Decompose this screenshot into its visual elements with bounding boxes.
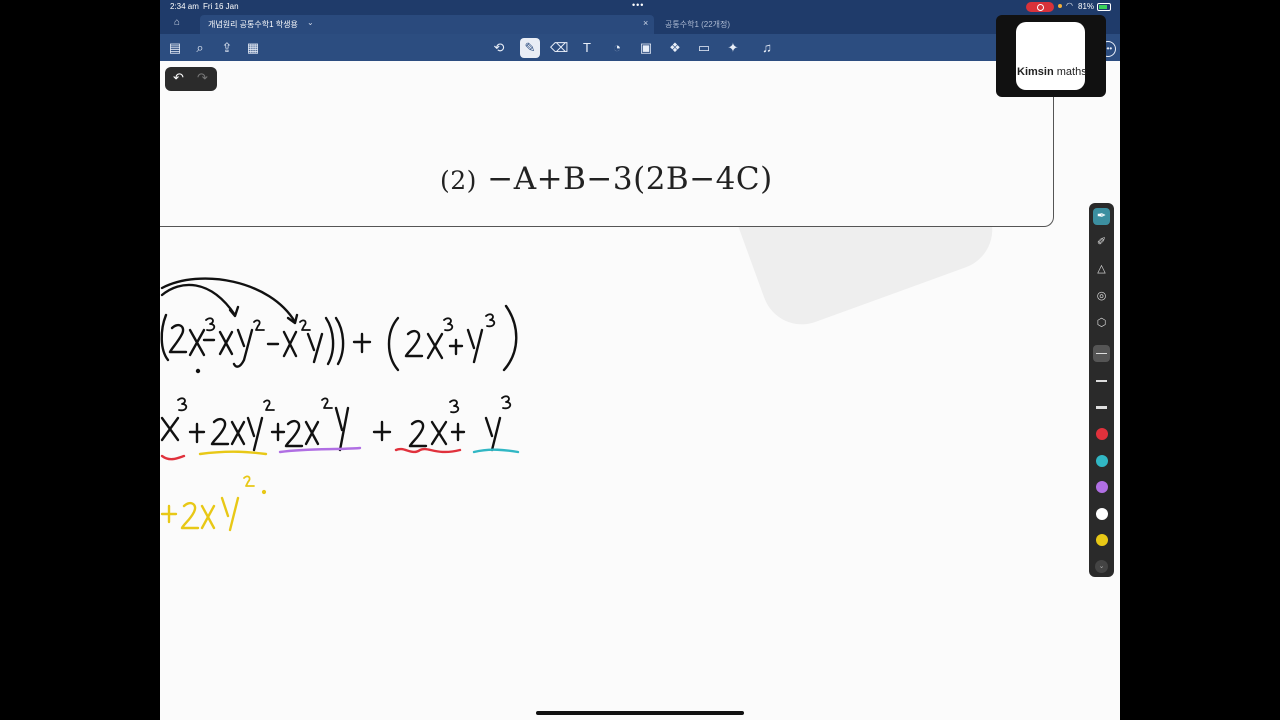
- ipad-screen: (2) −A+B−3(2B−4C) 2:34 am Fri 16 Jan •••…: [160, 0, 1120, 720]
- handwriting-line-2: [160, 395, 512, 452]
- color-red-swatch[interactable]: [1096, 428, 1108, 440]
- handwriting-line-1: [160, 277, 518, 374]
- laser-pointer-icon[interactable]: ✦: [724, 39, 742, 57]
- bookmark-icon[interactable]: ▦: [244, 39, 262, 57]
- tab-label: 개념원리 공통수학1 학생용: [208, 20, 298, 29]
- eraser-icon[interactable]: ⌫: [550, 39, 568, 57]
- date: Fri 16 Jan: [203, 2, 239, 11]
- scroll-down-icon[interactable]: ⌄: [1095, 560, 1108, 573]
- close-tab-icon[interactable]: ×: [643, 18, 648, 28]
- wifi-icon: ◠: [1066, 1, 1073, 10]
- multitask-dots[interactable]: •••: [632, 0, 644, 10]
- color-purple-swatch[interactable]: [1096, 481, 1108, 493]
- clock: 2:34 am: [170, 2, 199, 11]
- microphone-indicator-icon: [1058, 4, 1062, 8]
- brand-label: Kimsin maths: [1017, 66, 1087, 78]
- highlighter-icon[interactable]: ✐: [1093, 234, 1110, 251]
- undo-icon[interactable]: ↶: [173, 70, 184, 86]
- redo-icon[interactable]: ↷: [197, 70, 208, 86]
- thick-line-width[interactable]: [1096, 406, 1107, 409]
- pip-overlay[interactable]: Kimsin maths: [996, 15, 1106, 97]
- underlines: [160, 446, 520, 461]
- undo-redo-group: ↶ ↷: [165, 67, 217, 91]
- brand-card: [1016, 22, 1085, 90]
- pencil-icon[interactable]: △: [1093, 261, 1110, 278]
- color-teal-swatch[interactable]: [1096, 455, 1108, 467]
- lasso-icon[interactable]: ⟲: [490, 39, 508, 57]
- sidebar-icon[interactable]: ▤: [166, 39, 184, 57]
- color-yellow-swatch[interactable]: [1096, 534, 1108, 546]
- fountain-pen-icon[interactable]: ✒: [1093, 208, 1110, 225]
- sticky-note-icon[interactable]: ▭: [695, 39, 713, 57]
- home-icon[interactable]: ⌂: [174, 17, 186, 29]
- status-bar: 2:34 am Fri 16 Jan ••• ◠ 81%: [160, 0, 1120, 14]
- problem-expression: (2) −A+B−3(2B−4C): [440, 161, 773, 197]
- screen-recording-indicator[interactable]: [1026, 2, 1054, 12]
- image-icon[interactable]: ▣: [637, 39, 655, 57]
- battery-icon: [1097, 3, 1111, 11]
- tab-second-document[interactable]: 공통수학1 (22개정): [665, 19, 730, 30]
- medium-line-width[interactable]: [1096, 380, 1107, 382]
- handwriting-line-3: [160, 475, 267, 532]
- eraser-tool-icon[interactable]: ⬡: [1093, 315, 1110, 332]
- search-icon[interactable]: ⌕: [191, 39, 209, 57]
- chevron-down-icon[interactable]: ⌄: [307, 18, 314, 27]
- main-toolbar: ▤ ⌕ ⇪ ▦ ⟲ ✎ ⌫ T ◔ ▣ ❖ ▭ ✦ ♫ •••: [160, 34, 1120, 61]
- pen-toolbar: ✒ ✐ △ ◎ ⬡ ⌄: [1089, 203, 1114, 577]
- pen-icon[interactable]: ✎: [520, 38, 540, 58]
- tab-active-document[interactable]: 개념원리 공통수학1 학생용 ⌄ ×: [200, 15, 654, 34]
- shapes-icon[interactable]: ◔: [608, 39, 626, 57]
- elements-icon[interactable]: ❖: [666, 39, 684, 57]
- text-box-icon[interactable]: T: [578, 39, 596, 57]
- share-icon[interactable]: ⇪: [218, 39, 236, 57]
- thin-line-icon: [1096, 353, 1107, 354]
- handwritten-work: [160, 277, 520, 532]
- tab-bar: ⌂ 개념원리 공통수학1 학생용 ⌄ × 공통수학1 (22개정): [160, 14, 1120, 34]
- color-white-swatch[interactable]: [1096, 508, 1108, 520]
- microphone-icon[interactable]: ♫: [758, 39, 776, 57]
- problem-box: [160, 48, 1054, 227]
- home-indicator[interactable]: [536, 711, 744, 715]
- battery-percentage: 81%: [1078, 2, 1095, 11]
- shape-tool-icon[interactable]: ◎: [1093, 288, 1110, 305]
